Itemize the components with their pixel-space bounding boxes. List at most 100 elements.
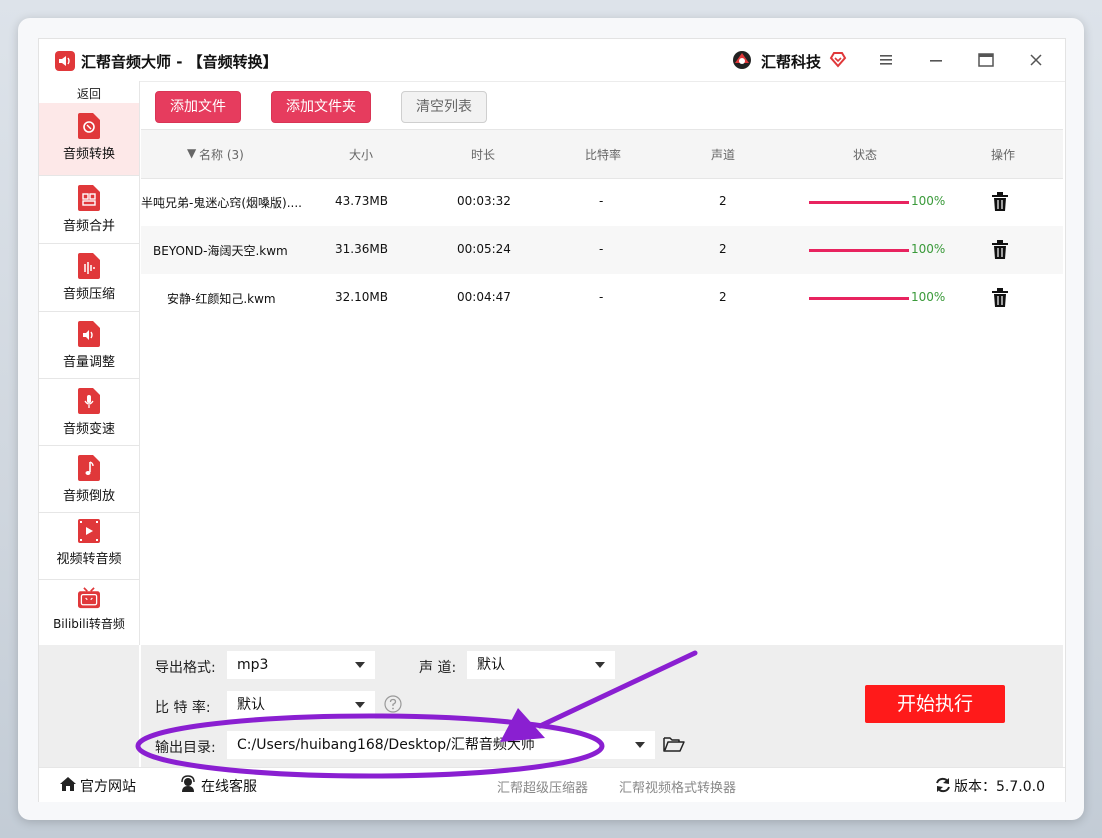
sidebar-item-audio-convert[interactable]: 音频转换: [39, 103, 139, 176]
sidebar-item-audio-speed[interactable]: 音频变速: [39, 378, 139, 446]
table-row[interactable]: 安静-红颜知己.kwm 32.10MB 00:04:47 - 2 100%: [141, 274, 1063, 322]
column-bitrate: 比特率: [585, 148, 622, 162]
channel-value: 默认: [477, 657, 505, 673]
sidebar-item-label: Bilibili转音频: [53, 617, 125, 631]
sidebar: 返回 音频转换 音频合并 音频压缩 音量调整 音频变速 音频倒放 视频转音频 B…: [39, 81, 140, 645]
file-channels: 2: [719, 290, 727, 304]
close-icon[interactable]: [1021, 47, 1051, 73]
customer-service-icon[interactable]: [179, 775, 197, 793]
tv-icon: [78, 587, 100, 609]
sidebar-item-video-to-audio[interactable]: 视频转音频: [39, 512, 139, 580]
bitrate-label: 比 特 率:: [155, 700, 211, 716]
progress-bar: [809, 201, 909, 204]
sort-caret-icon[interactable]: ▼: [187, 146, 196, 160]
progress-percent: 100%: [911, 242, 946, 256]
bitrate-value: 默认: [237, 697, 265, 713]
column-name[interactable]: 名称 (3): [199, 146, 244, 163]
channel-label: 声 道:: [419, 660, 457, 676]
sidebar-item-audio-reverse[interactable]: 音频倒放: [39, 445, 139, 513]
file-name: 半吨兄弟-鬼迷心窍(烟嗓版)....: [141, 196, 302, 210]
add-folder-button[interactable]: 添加文件夹: [271, 91, 371, 123]
file-size: 31.36MB: [335, 242, 388, 256]
file-bitrate: -: [599, 194, 604, 208]
file-bitrate: -: [599, 290, 604, 304]
refresh-icon[interactable]: [934, 776, 952, 794]
back-button[interactable]: 返回: [39, 85, 139, 102]
menu-icon[interactable]: [871, 47, 901, 73]
channel-select[interactable]: 默认: [467, 651, 615, 679]
help-icon[interactable]: [384, 695, 402, 713]
chevron-down-icon: [355, 702, 365, 708]
chevron-down-icon: [595, 662, 605, 668]
file-duration: 00:03:32: [457, 194, 511, 208]
microphone-icon: [78, 388, 100, 414]
sidebar-item-audio-merge[interactable]: 音频合并: [39, 175, 139, 244]
video-converter-link[interactable]: 汇帮视频格式转换器: [619, 777, 736, 796]
sidebar-footer-space: [39, 645, 139, 769]
bitrate-select[interactable]: 默认: [227, 691, 375, 719]
chevron-down-icon: [355, 662, 365, 668]
trash-icon[interactable]: [991, 192, 1009, 212]
sidebar-item-volume[interactable]: 音量调整: [39, 311, 139, 379]
app-window: 汇帮音频大师 - 【音频转换】 汇帮科技 返回 音频转换 音频合并 音频压缩 音…: [38, 38, 1066, 802]
audio-convert-icon: [78, 113, 100, 139]
start-button[interactable]: 开始执行: [865, 685, 1005, 723]
sidebar-item-label: 音频转换: [62, 147, 115, 162]
file-size: 32.10MB: [335, 290, 388, 304]
sidebar-item-bilibili[interactable]: Bilibili转音频: [39, 579, 139, 645]
column-actions: 操作: [991, 148, 1016, 162]
column-duration: 时长: [471, 148, 496, 162]
progress-bar: [809, 297, 909, 300]
output-dir-value: C:/Users/huibang168/Desktop/汇帮音频大师: [237, 737, 535, 753]
support-link[interactable]: 在线客服: [201, 776, 257, 796]
format-label: 导出格式:: [155, 660, 216, 676]
volume-icon: [78, 321, 100, 347]
compressor-link[interactable]: 汇帮超级压缩器: [497, 777, 588, 796]
brand-logo-icon: [733, 51, 751, 69]
file-table-header: ▼ 名称 (3) 大小 时长 比特率 声道 状态 操作: [141, 129, 1063, 179]
trash-icon[interactable]: [991, 240, 1009, 260]
file-channels: 2: [719, 242, 727, 256]
format-value: mp3: [237, 657, 269, 673]
minimize-icon[interactable]: [921, 47, 951, 73]
chevron-down-icon: [635, 742, 645, 748]
window-title: 汇帮音频大师 - 【音频转换】: [81, 53, 278, 71]
output-label: 输出目录:: [155, 740, 216, 756]
version-label: 版本：5.7.0.0: [954, 779, 1045, 795]
footer-bar: 官方网站 在线客服 汇帮超级压缩器 汇帮视频格式转换器 版本：5.7.0.0: [39, 767, 1065, 802]
app-logo-icon: [55, 51, 75, 71]
website-link[interactable]: 官方网站: [80, 776, 136, 796]
settings-panel: 导出格式: mp3 声 道: 默认 比 特 率: 默认 输出目录: C:/Use…: [141, 645, 1063, 767]
sidebar-item-audio-compress[interactable]: 音频压缩: [39, 243, 139, 312]
output-dir-select[interactable]: C:/Users/huibang168/Desktop/汇帮音频大师: [227, 731, 655, 759]
music-note-icon: [78, 455, 100, 481]
file-bitrate: -: [599, 242, 604, 256]
heart-diamond-icon[interactable]: [829, 50, 847, 68]
audio-merge-icon: [78, 185, 100, 211]
file-size: 43.73MB: [335, 194, 388, 208]
table-row[interactable]: BEYOND-海阔天空.kwm 31.36MB 00:05:24 - 2 100…: [141, 226, 1063, 274]
progress-bar: [809, 249, 909, 252]
file-duration: 00:04:47: [457, 290, 511, 304]
table-row[interactable]: 半吨兄弟-鬼迷心窍(烟嗓版).... 43.73MB 00:03:32 - 2 …: [141, 178, 1063, 226]
column-status: 状态: [853, 148, 878, 162]
sidebar-item-label: 音量调整: [62, 355, 115, 370]
progress-percent: 100%: [911, 290, 946, 304]
file-name: BEYOND-海阔天空.kwm: [153, 244, 288, 258]
clear-list-button[interactable]: 清空列表: [401, 91, 487, 123]
sidebar-item-label: 音频倒放: [62, 489, 115, 504]
maximize-icon[interactable]: [971, 47, 1001, 73]
file-duration: 00:05:24: [457, 242, 511, 256]
brand-name[interactable]: 汇帮科技: [761, 51, 821, 72]
sidebar-item-label: 视频转音频: [56, 552, 122, 567]
add-file-button[interactable]: 添加文件: [155, 91, 241, 123]
column-size: 大小: [349, 148, 374, 162]
video-icon: [78, 519, 100, 543]
trash-icon[interactable]: [991, 288, 1009, 308]
home-icon[interactable]: [59, 776, 77, 792]
title-bar: 汇帮音频大师 - 【音频转换】 汇帮科技: [39, 39, 1065, 82]
file-channels: 2: [719, 194, 727, 208]
progress-percent: 100%: [911, 194, 946, 208]
folder-open-icon[interactable]: [663, 735, 685, 753]
format-select[interactable]: mp3: [227, 651, 375, 679]
